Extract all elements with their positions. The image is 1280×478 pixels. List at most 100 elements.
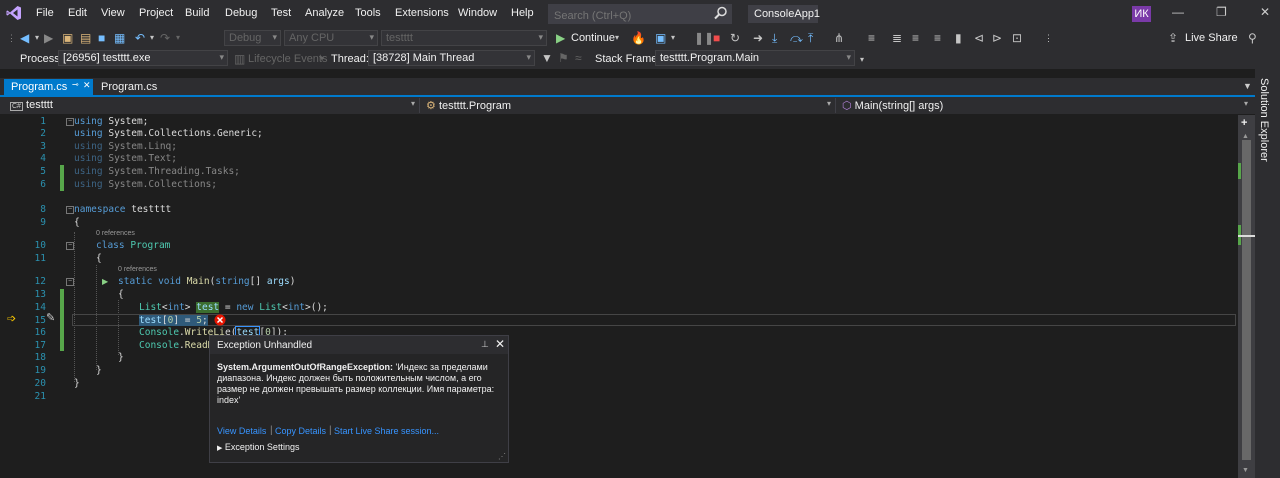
menu-debug[interactable]: Debug [225,7,257,19]
step-out-icon[interactable]: ⤒ [808,31,813,45]
lifecycle-icon[interactable]: ▥ [234,52,245,66]
codelens-references[interactable]: 0 references [118,266,157,273]
next-bookmark-icon[interactable]: ⊳ [992,31,1002,45]
pin-icon[interactable]: ⊥ [481,339,489,350]
menu-project[interactable]: Project [139,7,173,19]
show-flagged-icon[interactable]: ≈ [575,51,582,65]
tab-program-cs-active[interactable]: Program.cs ⊸ ✕ [4,79,93,95]
process-dropdown[interactable]: [26956] testttt.exe ▾ [58,50,228,66]
continue-button[interactable]: Continue [571,31,615,45]
collapse-icon[interactable]: − [66,206,74,214]
restart-icon[interactable]: ↻ [730,31,740,45]
continue-dropdown-icon[interactable]: ▾ [615,31,619,45]
collapse-icon[interactable]: − [66,118,74,126]
toolbar-overflow-icon[interactable]: ⋮ [1044,31,1053,45]
run-test-icon[interactable]: ▶ [102,277,108,286]
indent-icon[interactable]: ≣ [892,31,902,45]
config-dropdown[interactable]: Debug ▾ [224,30,281,46]
resize-grip-icon[interactable]: ⋰ [498,452,506,461]
tab-program-cs[interactable]: Program.cs [94,79,157,95]
class-nav-dropdown[interactable]: ⚙ testttt.Program ▾ [424,98,836,113]
user-avatar[interactable]: ИК [1132,6,1151,22]
flag-icon[interactable]: ⚑ [558,51,569,65]
break-all-icon[interactable]: ❚❚ [694,31,714,45]
search-input[interactable] [548,4,732,24]
view-details-link[interactable]: View Details [217,426,266,436]
menu-file[interactable]: File [36,7,54,19]
outdent-icon[interactable]: ≡ [912,31,919,45]
lifecycle-dropdown-icon[interactable]: ▾ [320,52,324,66]
menu-test[interactable]: Test [271,7,291,19]
step-into-icon[interactable]: ⤓ [772,31,777,45]
menu-window[interactable]: Window [458,7,497,19]
menu-edit[interactable]: Edit [68,7,87,19]
back-icon[interactable]: ◀ [20,31,29,45]
tab-list-dropdown-icon[interactable]: ▼ [1243,81,1252,91]
scroll-down-icon[interactable]: ▼ [1242,467,1249,474]
save-all-icon[interactable]: ▦ [114,31,125,45]
format-icon[interactable]: ≡ [934,31,941,45]
copy-details-link[interactable]: Copy Details [275,426,326,436]
lifecycle-events-dropdown[interactable]: Lifecycle Events [248,53,327,65]
vertical-scrollbar[interactable]: + ▲ ▼ [1238,115,1255,478]
change-marker [1238,163,1241,179]
undo-icon[interactable]: ↶ [135,31,145,45]
redo-icon[interactable]: ↷ [160,31,170,45]
save-icon[interactable]: ■ [98,31,105,45]
scroll-up-icon[interactable]: ▲ [1242,133,1249,140]
hot-reload-icon[interactable]: 🔥 [631,31,646,45]
stop-icon[interactable]: ■ [713,31,720,45]
live-share-button[interactable]: Live Share [1185,31,1238,45]
menu-build[interactable]: Build [185,7,209,19]
exception-settings-expander[interactable]: ▶ Exception Settings [217,442,299,452]
code-line: Console.ReadK [139,340,214,351]
diagnostic-dropdown-icon[interactable]: ▾ [671,31,675,45]
diagnostic-icon[interactable]: ▣ [655,31,666,45]
project-nav-dropdown[interactable]: C# testttt ▾ [8,98,420,113]
close-popup-icon[interactable]: ✕ [495,337,505,351]
filter-icon[interactable]: ▼ [541,51,553,65]
back-dropdown-icon[interactable]: ▾ [35,31,39,45]
minimize-icon[interactable]: — [1172,5,1184,19]
codelens-references[interactable]: 0 references [96,230,135,237]
step-over-icon[interactable]: ⤼ [790,31,803,45]
bookmark-icon[interactable]: ▮ [955,31,962,45]
menu-help[interactable]: Help [511,7,534,19]
menu-view[interactable]: View [101,7,125,19]
collapse-icon[interactable]: − [66,278,74,286]
menu-analyze[interactable]: Analyze [305,7,344,19]
menu-tools[interactable]: Tools [355,7,381,19]
undo-dropdown-icon[interactable]: ▾ [150,31,154,45]
continue-icon[interactable]: ▶ [556,31,565,45]
quick-actions-icon[interactable]: ✎ [46,311,55,324]
maximize-icon[interactable]: ❐ [1216,5,1227,19]
close-tab-icon[interactable]: ✕ [83,80,91,91]
prev-bookmark-icon[interactable]: ⊲ [974,31,984,45]
redo-dropdown-icon[interactable]: ▾ [176,31,180,45]
pin-icon[interactable]: ⊸ [72,80,79,89]
member-nav-dropdown[interactable]: ⬡ Main(string[] args) ▾ [840,98,1254,113]
collapse-icon[interactable]: − [66,242,74,250]
forward-icon[interactable]: ▶ [44,31,53,45]
live-share-session-link[interactable]: Start Live Share session... [334,426,439,436]
comment-icon[interactable]: ≡ [868,31,875,45]
thread-dropdown[interactable]: [38728] Main Thread ▾ [368,50,535,66]
hex-display-icon[interactable]: ⋔ [834,31,844,45]
show-next-statement-icon[interactable]: ➜ [753,31,763,45]
startup-project-dropdown[interactable]: testttt ▾ [381,30,547,46]
feedback-icon[interactable]: ⚲ [1248,31,1257,45]
platform-dropdown[interactable]: Any CPU ▾ [284,30,378,46]
split-editor-icon[interactable]: + [1241,117,1247,129]
new-project-icon[interactable]: ▣ [62,31,73,45]
menu-extensions[interactable]: Extensions [395,7,449,19]
error-icon[interactable] [214,314,226,326]
open-folder-icon[interactable]: ▤ [80,31,91,45]
stack-frame-dropdown[interactable]: testttt.Program.Main ▾ [655,50,855,66]
search-icon[interactable] [714,6,728,20]
folder-bookmark-icon[interactable]: ⊡ [1012,31,1022,45]
live-share-icon[interactable]: ⇪ [1168,31,1178,45]
solution-explorer-tab[interactable]: Solution Explorer [1258,78,1270,162]
toolbar-overflow-icon[interactable]: ▾ [860,53,864,67]
close-window-icon[interactable]: ✕ [1260,5,1270,19]
scrollbar-thumb[interactable] [1242,140,1251,460]
